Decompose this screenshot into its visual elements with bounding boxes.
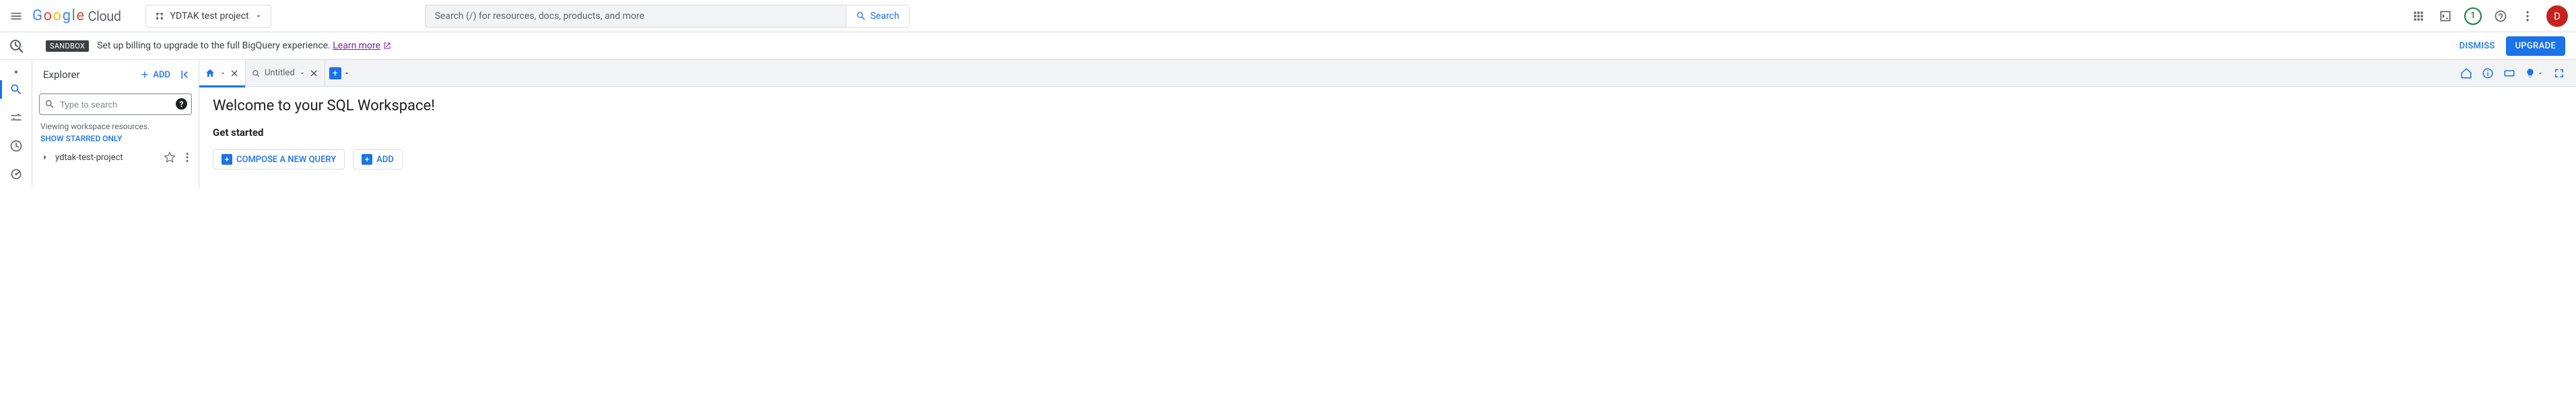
header-utilities: 1 D (2410, 5, 2568, 27)
project-name: YDTAK test project (170, 11, 249, 22)
project-icon (154, 11, 165, 22)
global-search: Search (/) for resources, docs, products… (425, 5, 910, 28)
chevron-down-icon[interactable] (219, 70, 226, 77)
explorer-project-name: ydtak-test-project (55, 153, 158, 163)
add-data-button[interactable]: + ADD (353, 149, 403, 169)
welcome-heading: Welcome to your SQL Workspace! (213, 98, 2563, 114)
search-icon (856, 11, 867, 22)
search-input[interactable]: Search (/) for resources, docs, products… (425, 5, 846, 28)
main-menu-button[interactable] (8, 8, 24, 24)
quick-actions: + COMPOSE A NEW QUERY + ADD (213, 149, 2563, 169)
dismiss-button[interactable]: DISMISS (2460, 41, 2495, 51)
search-help-icon[interactable]: ? (176, 98, 187, 110)
learn-more-link[interactable]: Learn more (333, 40, 391, 51)
more-button[interactable] (2519, 8, 2536, 24)
explorer-project-row[interactable]: ydtak-test-project (32, 149, 199, 166)
external-link-icon (383, 42, 391, 50)
sandbox-banner: SANDBOX Set up billing to upgrade to the… (32, 32, 2576, 59)
new-tab-controls: + (325, 67, 355, 79)
more-vert-icon (2521, 9, 2534, 23)
account-avatar[interactable]: D (2546, 5, 2568, 27)
rail-item-sql[interactable] (0, 76, 32, 103)
workspace-panel: Untitled + Welcome to your SQL Works (199, 60, 2576, 188)
sandbox-message: Set up billing to upgrade to the full Bi… (97, 40, 391, 51)
capacity-icon (9, 167, 23, 181)
lightbulb-icon (2525, 68, 2536, 79)
show-starred-button[interactable]: SHOW STARRED ONLY (32, 132, 199, 149)
rail-item-transfers[interactable] (0, 104, 32, 131)
top-header: Google Cloud YDTAK test project Search (… (0, 0, 2576, 32)
tab-label: Untitled (265, 68, 295, 78)
google-cloud-logo[interactable]: Google Cloud (30, 7, 124, 24)
explorer-panel: Explorer ADD ? Viewing workspace resourc… (32, 60, 199, 188)
bigquery-icon (8, 38, 24, 54)
chevron-down-icon (2537, 70, 2544, 77)
workspace-body: Welcome to your SQL Workspace! Get start… (199, 87, 2576, 180)
close-icon[interactable] (230, 69, 240, 78)
info-icon[interactable] (2482, 67, 2494, 79)
close-icon[interactable] (310, 69, 319, 78)
chevron-right-icon[interactable] (40, 153, 50, 162)
get-started-heading: Get started (213, 126, 2563, 139)
rail-separator-dot (15, 71, 18, 73)
cloud-shell-button[interactable] (2437, 8, 2453, 24)
main-content: Explorer ADD ? Viewing workspace resourc… (0, 59, 2576, 188)
rail-item-reservations[interactable] (0, 161, 32, 188)
explorer-header: Explorer ADD (32, 60, 199, 89)
upgrade-button[interactable]: UPGRADE (2506, 36, 2565, 56)
sliders-icon (9, 111, 23, 124)
help-button[interactable] (2493, 8, 2509, 24)
search-placeholder: Search (/) for resources, docs, products… (435, 11, 644, 22)
tab-home[interactable] (199, 60, 246, 87)
tab-untitled[interactable]: Untitled (246, 60, 325, 87)
home-icon (205, 68, 215, 79)
notifications-button[interactable]: 1 (2464, 7, 2482, 25)
compose-query-button[interactable]: + COMPOSE A NEW QUERY (213, 149, 345, 169)
home-outline-icon[interactable] (2460, 67, 2472, 79)
search-icon (44, 99, 55, 110)
more-vert-icon[interactable] (181, 151, 193, 163)
plus-icon: + (362, 154, 372, 165)
explorer-add-button[interactable]: ADD (139, 69, 170, 80)
search-button[interactable]: Search (846, 5, 910, 28)
sandbox-row: SANDBOX Set up billing to upgrade to the… (0, 32, 2576, 59)
editor-tabbar: Untitled + (199, 60, 2576, 87)
hamburger-icon (9, 9, 23, 23)
collapse-panel-button[interactable] (176, 66, 193, 83)
chevron-down-icon[interactable] (299, 70, 306, 77)
magnifier-icon (9, 83, 23, 96)
chevron-down-icon (255, 12, 263, 20)
plus-icon (139, 69, 150, 80)
explorer-scope-label: Viewing workspace resources. (32, 119, 199, 132)
star-icon[interactable] (164, 151, 176, 163)
tabbar-utilities (2460, 67, 2571, 79)
explorer-search: ? (39, 93, 192, 115)
help-icon (2494, 9, 2507, 23)
rail-item-scheduled[interactable] (0, 132, 32, 159)
sandbox-actions: DISMISS UPGRADE (2460, 36, 2565, 56)
bigquery-product-icon[interactable] (0, 32, 32, 59)
apps-grid-icon (2412, 9, 2425, 23)
features-button[interactable] (2525, 68, 2544, 79)
sandbox-badge: SANDBOX (46, 40, 89, 52)
apps-button[interactable] (2410, 8, 2427, 24)
terminal-icon (2439, 9, 2452, 23)
explorer-search-input[interactable] (39, 93, 192, 115)
collapse-left-icon (178, 69, 191, 81)
clock-icon (9, 139, 23, 153)
project-picker[interactable]: YDTAK test project (145, 5, 271, 28)
query-icon (251, 69, 261, 78)
new-tab-button[interactable]: + (329, 67, 341, 79)
chevron-down-icon[interactable] (343, 69, 351, 77)
plus-icon: + (222, 154, 232, 165)
explorer-title: Explorer (43, 69, 134, 81)
left-nav-rail (0, 60, 32, 188)
fullscreen-icon[interactable] (2553, 67, 2565, 79)
keyboard-icon[interactable] (2503, 67, 2515, 79)
